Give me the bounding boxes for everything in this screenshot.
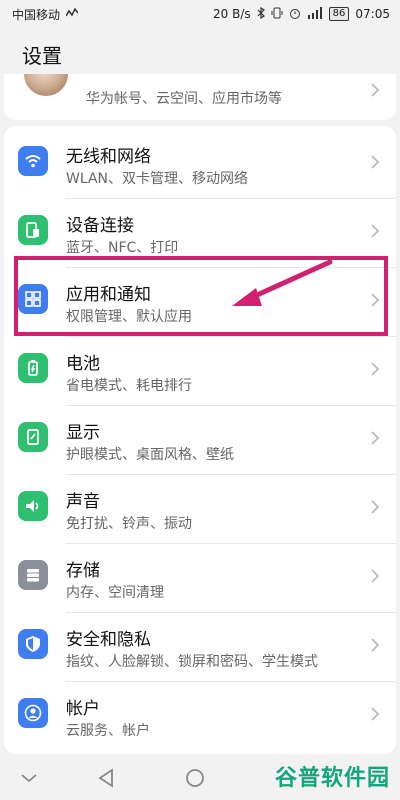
home-icon[interactable] — [184, 767, 206, 789]
watermark: 谷普软件园 — [274, 766, 390, 791]
collapse-icon[interactable] — [18, 767, 40, 789]
back-icon[interactable] — [96, 767, 118, 789]
annotation-arrow-icon — [232, 259, 333, 306]
